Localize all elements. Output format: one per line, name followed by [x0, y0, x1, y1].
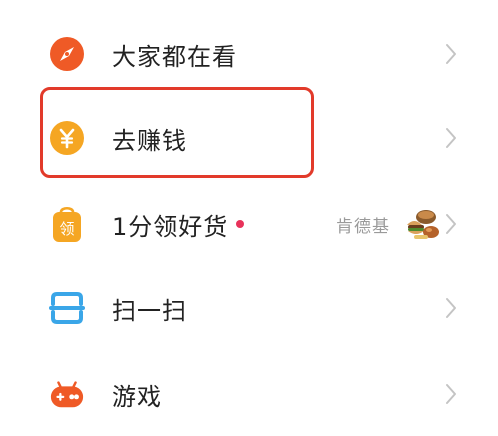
- shopping-bag-icon: 领: [49, 206, 85, 242]
- chevron-right-icon: [442, 40, 460, 68]
- menu-item-label: 大家都在看: [112, 42, 237, 71]
- notification-dot: [236, 220, 244, 228]
- menu-item-free-goods[interactable]: 领 1分领好货 肯德基: [0, 182, 498, 266]
- chevron-right-icon: [442, 210, 460, 238]
- compass-icon: [49, 36, 85, 72]
- menu-item-label: 扫一扫: [112, 296, 187, 325]
- shopping-bag-icon-text: 领: [59, 220, 74, 238]
- menu-item-trending[interactable]: 大家都在看: [0, 12, 498, 96]
- promo-text: 肯德基: [336, 216, 390, 237]
- chevron-right-icon: [442, 124, 460, 152]
- highlight-annotation-box: [40, 87, 314, 178]
- scan-icon: [49, 290, 85, 326]
- menu-item-scan[interactable]: 扫一扫: [0, 266, 498, 350]
- food-thumbnail: [404, 207, 440, 241]
- menu-item-label: 1分领好货: [112, 212, 229, 241]
- menu-item-label: 游戏: [112, 382, 162, 411]
- gamepad-icon: [49, 376, 85, 412]
- menu-list: 大家都在看 去赚钱 领 1分领好货 肯德基 扫一扫 游戏: [0, 0, 498, 436]
- chevron-right-icon: [442, 380, 460, 408]
- chevron-right-icon: [442, 294, 460, 322]
- menu-item-games[interactable]: 游戏: [0, 352, 498, 436]
